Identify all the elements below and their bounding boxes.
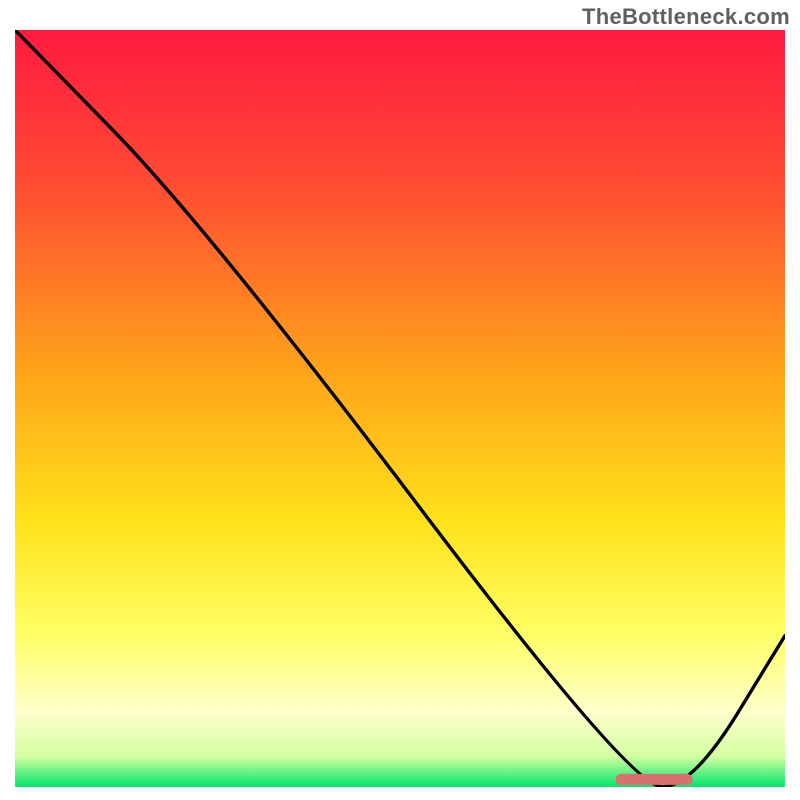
bottleneck-chart bbox=[15, 30, 785, 787]
attribution-label: TheBottleneck.com bbox=[582, 4, 790, 30]
optimal-marker bbox=[616, 774, 693, 785]
chart-container: { "attribution": "TheBottleneck.com", "c… bbox=[0, 0, 800, 800]
chart-background bbox=[15, 30, 785, 787]
